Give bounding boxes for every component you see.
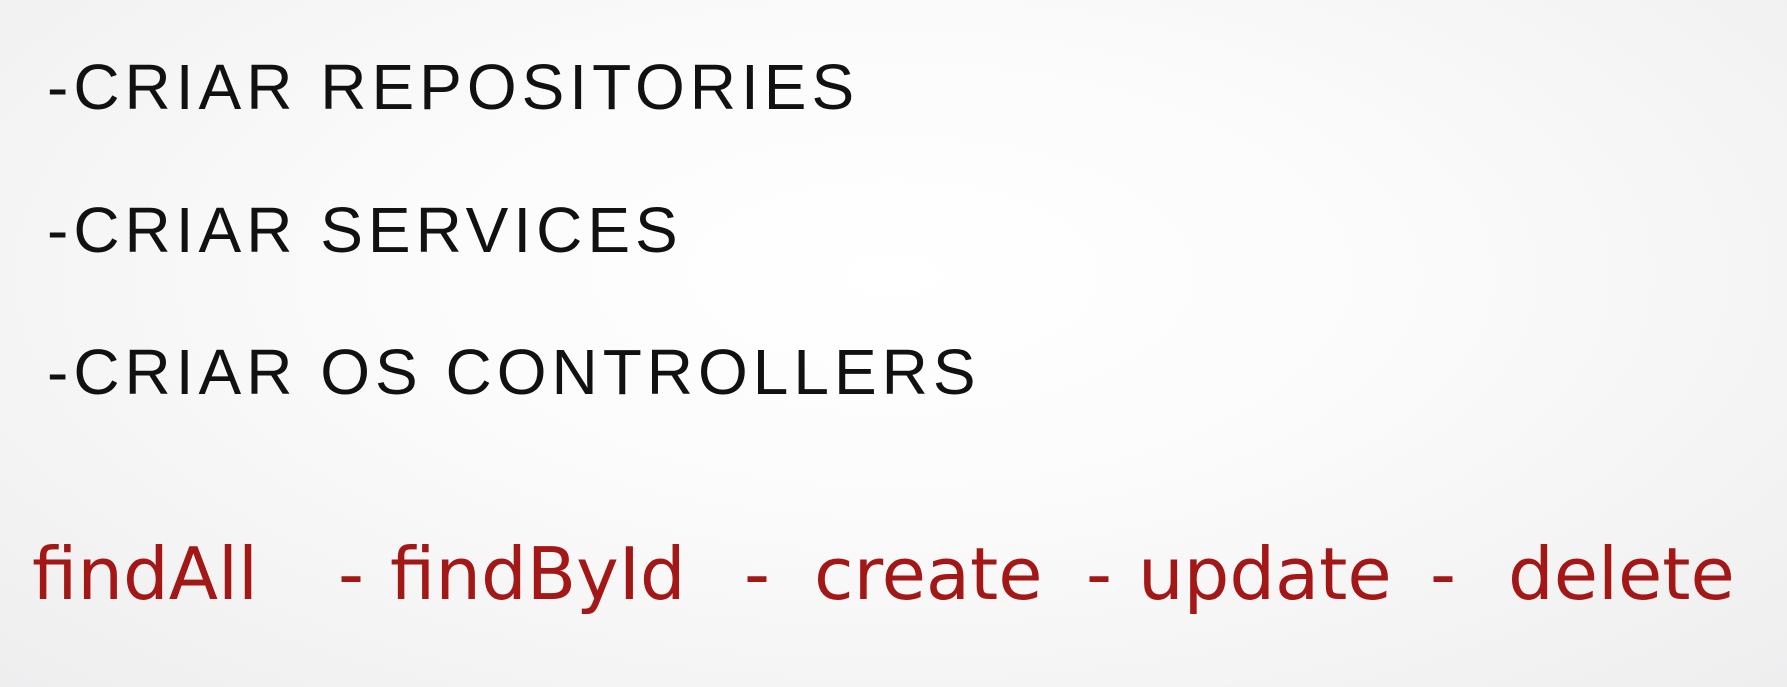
slide: -CRIAR REPOSITORIES -CRIAR SERVICES -CRI… xyxy=(0,0,1787,687)
separator: - xyxy=(1086,532,1112,616)
separator: - xyxy=(338,532,364,616)
separator: - xyxy=(1430,532,1456,616)
method-findall: findAll xyxy=(32,532,258,616)
method-update: update xyxy=(1138,532,1392,616)
list-item-repositories: -CRIAR REPOSITORIES xyxy=(47,51,860,123)
method-delete: delete xyxy=(1508,532,1735,616)
list-item-services: -CRIAR SERVICES xyxy=(47,194,683,266)
method-findbyid: findById xyxy=(390,532,686,616)
crud-methods-line: findAll - findById - create - update - d… xyxy=(32,538,1752,618)
list-item-controllers: -CRIAR OS CONTROLLERS xyxy=(47,336,981,408)
separator: - xyxy=(744,532,770,616)
method-create: create xyxy=(814,532,1043,616)
